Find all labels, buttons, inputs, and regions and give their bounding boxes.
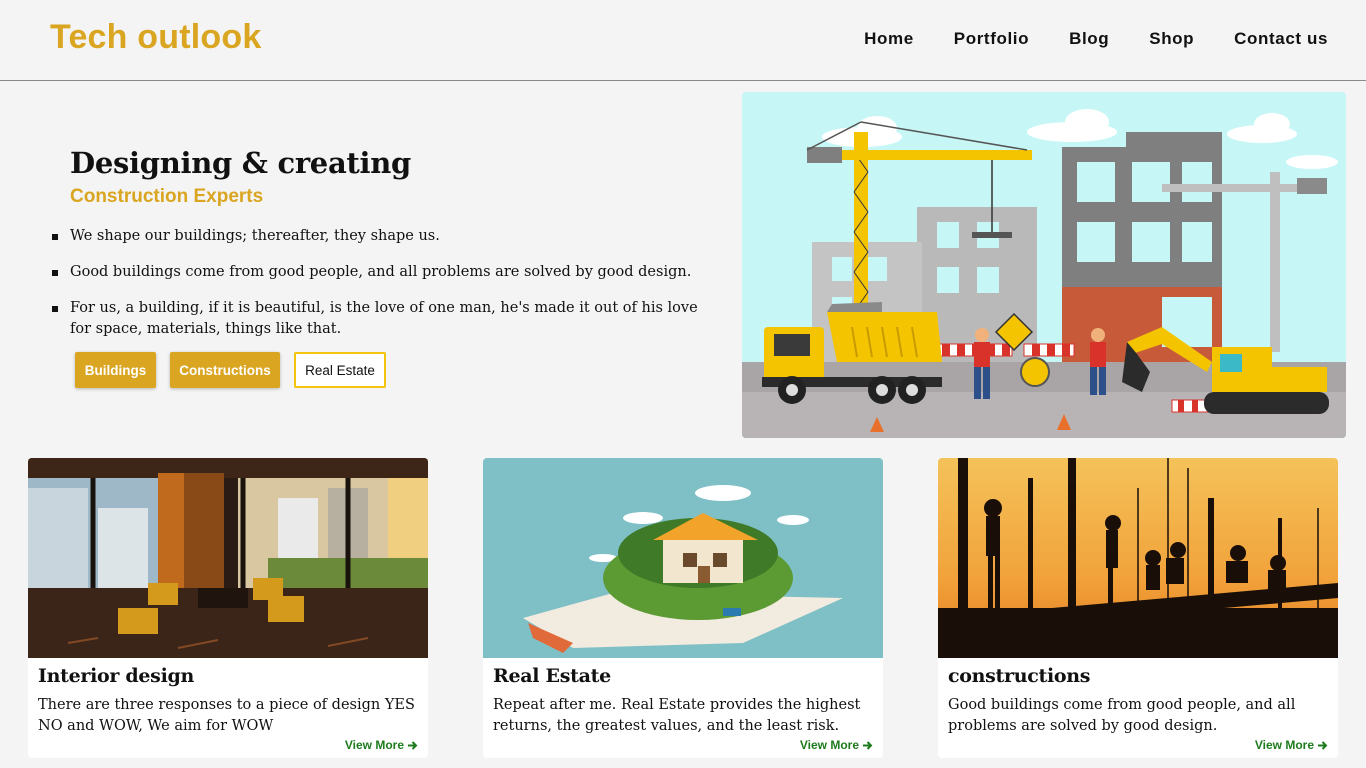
card-real-estate: Real Estate Repeat after me. Real Estate… (483, 458, 883, 758)
constructions-button[interactable]: Constructions (170, 352, 280, 388)
view-more-link[interactable]: View More (1255, 738, 1328, 752)
construction-illustration (742, 92, 1346, 438)
hero-bullet: Good buildings come from good people, an… (52, 262, 702, 283)
constructions-image (938, 458, 1338, 658)
card-constructions: constructions Good buildings come from g… (938, 458, 1338, 758)
nav-home[interactable]: Home (864, 29, 914, 49)
view-more-label: View More (344, 738, 404, 752)
view-more-label: View More (799, 738, 859, 752)
view-more-link[interactable]: View More (345, 738, 418, 752)
card-text: Repeat after me. Real Estate provides th… (493, 697, 861, 734)
buildings-button[interactable]: Buildings (75, 352, 156, 388)
card-title: Real Estate (493, 665, 611, 687)
card-text: Good buildings come from good people, an… (948, 697, 1296, 734)
card-title: constructions (948, 665, 1091, 687)
card-text: There are three responses to a piece of … (38, 697, 415, 734)
hero-bullet: For us, a building, if it is beautiful, … (52, 298, 702, 340)
nav-blog[interactable]: Blog (1069, 29, 1109, 49)
site-logo[interactable]: Tech outlook (50, 18, 261, 57)
hero-bullet: We shape our buildings; thereafter, they… (52, 226, 702, 247)
nav-contact[interactable]: Contact us (1234, 29, 1328, 49)
real-estate-image (483, 458, 883, 658)
view-more-label: View More (1254, 738, 1314, 752)
view-more-link[interactable]: View More (800, 738, 873, 752)
interior-design-image (28, 458, 428, 658)
main-nav: Home Portfolio Blog Shop Contact us (864, 29, 1328, 49)
arrow-right-icon (408, 740, 418, 750)
nav-portfolio[interactable]: Portfolio (954, 29, 1029, 49)
hero-title: Designing & creating (70, 146, 412, 180)
hero-bullet-list: We shape our buildings; thereafter, they… (52, 226, 702, 355)
hero-subtitle: Construction Experts (70, 186, 264, 207)
card-interior-design: Interior design There are three response… (28, 458, 428, 758)
arrow-right-icon (863, 740, 873, 750)
arrow-right-icon (1318, 740, 1328, 750)
card-title: Interior design (38, 665, 194, 687)
site-header: Tech outlook Home Portfolio Blog Shop Co… (0, 0, 1366, 81)
nav-shop[interactable]: Shop (1149, 29, 1194, 49)
real-estate-button[interactable]: Real Estate (294, 352, 386, 388)
